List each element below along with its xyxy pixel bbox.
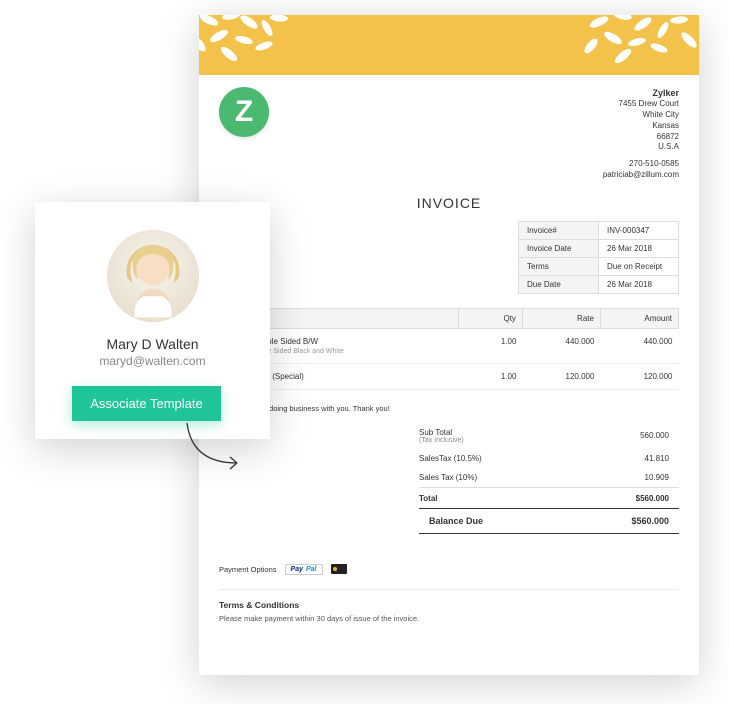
total-label: Total <box>419 487 565 508</box>
col-rate: Rate <box>522 308 600 328</box>
tax1-value: 41.810 <box>565 449 679 468</box>
meta-row: Invoice#INV-000347 <box>519 221 679 239</box>
totals-block: Sub Total (Tax Inclusive) 560.000 SalesT… <box>419 423 679 534</box>
item-amount: 120.000 <box>600 363 678 389</box>
leaf-decor-left <box>199 15 309 75</box>
company-logo: Z <box>219 87 269 137</box>
invoice-header-band <box>199 15 699 75</box>
line-item-row: Design Double Sided B/W Design Double Si… <box>220 328 679 363</box>
company-name: Zylker <box>603 87 679 99</box>
logo-letter: Z <box>235 95 253 129</box>
leaf-decor-right <box>579 15 699 75</box>
item-rate: 120.000 <box>522 363 600 389</box>
company-email: patriciab@zillum.com <box>603 170 679 181</box>
company-addr-line: Kansas <box>603 121 679 132</box>
company-addr-line: 66872 <box>603 132 679 143</box>
company-addr-line: 7455 Drew Court <box>603 99 679 110</box>
arrow-icon <box>182 418 252 478</box>
tax2-value: 10.909 <box>565 468 679 488</box>
company-addr-line: White City <box>603 110 679 121</box>
terms-heading: Terms & Conditions <box>219 589 679 610</box>
meta-row: TermsDue on Receipt <box>519 257 679 275</box>
thank-you-text: was wonderful doing business with you. T… <box>219 404 679 413</box>
invoice-body: Z Zylker 7455 Drew Court White City Kans… <box>199 75 699 639</box>
contact-email: maryd@walten.com <box>53 354 252 368</box>
subtotal-value: 560.000 <box>565 423 679 449</box>
paypal-icon: PayPal <box>285 564 323 575</box>
document-title: INVOICE <box>219 195 679 211</box>
item-rate: 440.000 <box>522 328 600 363</box>
company-phone: 270-510-0585 <box>603 159 679 170</box>
tax1-label: SalesTax (10.5%) <box>419 449 565 468</box>
item-amount: 440.000 <box>600 328 678 363</box>
line-items-table: Description Qty Rate Amount Design Doubl… <box>219 308 679 390</box>
total-value: $560.000 <box>565 487 679 508</box>
contact-card: Mary D Walten maryd@walten.com Associate… <box>35 202 270 439</box>
company-addr-line: U.S.A <box>603 142 679 153</box>
balance-value: $560.000 <box>565 508 679 533</box>
company-address-block: Zylker 7455 Drew Court White City Kansas… <box>603 87 679 181</box>
invoice-document: Z Zylker 7455 Drew Court White City Kans… <box>199 15 699 675</box>
subtotal-sublabel: (Tax Inclusive) <box>419 437 555 444</box>
item-qty: 1.00 <box>458 363 522 389</box>
payment-options-label: Payment Options <box>219 565 277 574</box>
terms-text: Please make payment within 30 days of is… <box>219 614 679 623</box>
balance-label: Balance Due <box>419 508 565 533</box>
associate-template-button[interactable]: Associate Template <box>72 386 221 421</box>
credit-card-icon <box>331 564 347 574</box>
col-amount: Amount <box>600 308 678 328</box>
subtotal-label: Sub Total <box>419 428 555 437</box>
meta-row: Invoice Date26 Mar 2018 <box>519 239 679 257</box>
invoice-meta-table: Invoice#INV-000347 Invoice Date26 Mar 20… <box>518 221 679 294</box>
avatar <box>107 230 199 322</box>
payment-options: Payment Options PayPal <box>219 564 679 575</box>
item-qty: 1.00 <box>458 328 522 363</box>
col-qty: Qty <box>458 308 522 328</box>
tax2-label: Sales Tax (10%) <box>419 468 565 488</box>
meta-row: Due Date26 Mar 2018 <box>519 275 679 293</box>
line-item-row: Card Design (Special) 1.00 120.000 120.0… <box>220 363 679 389</box>
contact-name: Mary D Walten <box>53 336 252 352</box>
